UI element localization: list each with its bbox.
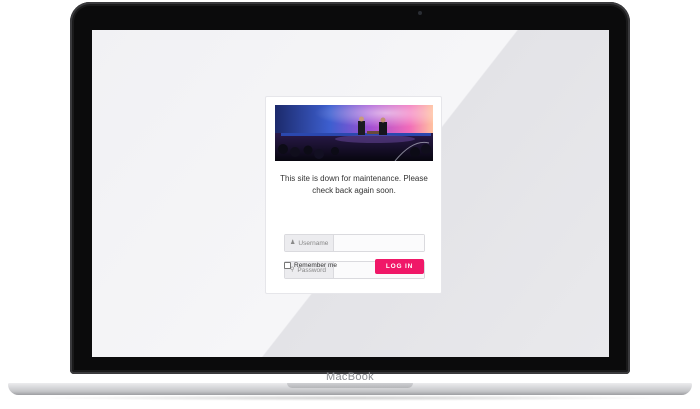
login-button[interactable]: LOG IN — [375, 259, 424, 274]
remember-me[interactable]: Remember me — [284, 262, 337, 269]
login-card: This site is down for maintenance. Pleas… — [265, 96, 442, 294]
remember-me-label[interactable]: Remember me — [294, 262, 337, 269]
screen: This site is down for maintenance. Pleas… — [92, 30, 609, 357]
user-icon: ♟ — [290, 240, 296, 246]
device-model-label: MacBook — [326, 371, 374, 383]
conference-stage-illustration — [275, 105, 433, 161]
remember-me-checkbox[interactable] — [284, 262, 291, 269]
conference-banner-image — [275, 105, 433, 161]
laptop-shadow — [30, 395, 670, 401]
username-input[interactable] — [335, 235, 424, 251]
maintenance-message: This site is down for maintenance. Pleas… — [280, 174, 428, 195]
laptop-base-notch — [287, 383, 413, 388]
username-addon: ♟ Username — [285, 235, 334, 251]
username-field: ♟ Username — [284, 234, 425, 252]
username-label: Username — [298, 239, 329, 247]
webcam-icon — [418, 11, 422, 15]
